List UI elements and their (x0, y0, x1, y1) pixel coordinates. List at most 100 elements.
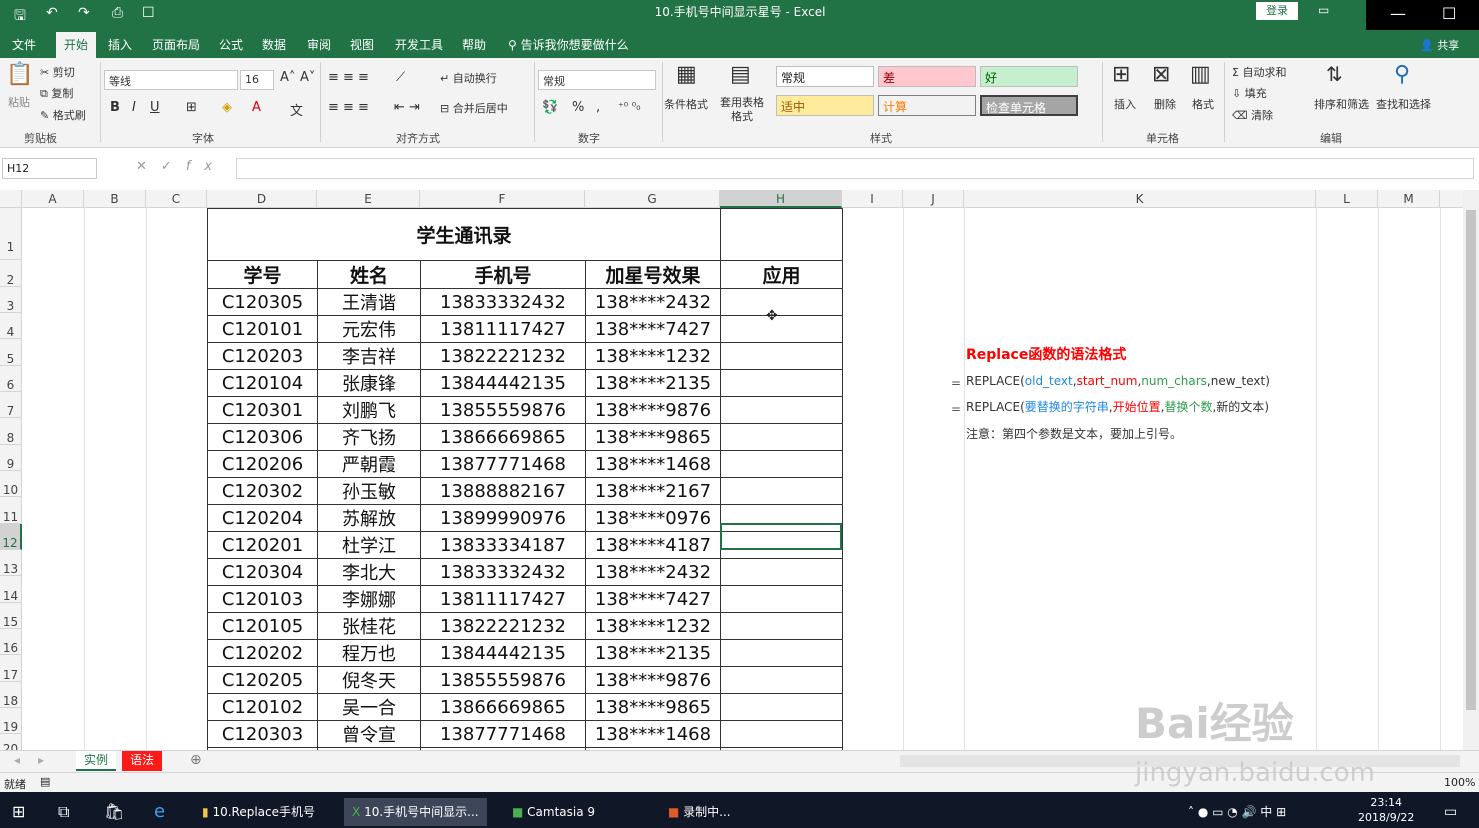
cell-apply[interactable] (720, 288, 843, 316)
task-view-icon[interactable]: ⧉ (50, 798, 77, 826)
cell-masked[interactable]: 138****0976 (585, 504, 721, 532)
windows-start-icon[interactable]: ⊞ (4, 798, 33, 826)
bold-icon[interactable]: B (110, 100, 120, 115)
cell-name[interactable]: 苏解放 (317, 504, 421, 532)
comma-icon[interactable]: , (596, 100, 600, 115)
cell-apply[interactable] (720, 693, 843, 721)
minimize-icon[interactable]: — (1390, 4, 1406, 23)
style-bad[interactable]: 差 (878, 66, 976, 87)
cell-apply[interactable] (720, 612, 843, 640)
paste-icon[interactable]: 📋 (6, 62, 33, 87)
cell-name[interactable]: 王清谐 (317, 288, 421, 316)
cell-apply[interactable] (720, 558, 843, 586)
cell-phone[interactable]: 13888882167 (420, 477, 586, 505)
font-name-select[interactable]: 等线 (104, 70, 238, 90)
style-calc[interactable]: 计算 (878, 95, 976, 116)
cell-phone[interactable]: 13822221232 (420, 612, 586, 640)
cell-masked[interactable]: 138****1232 (585, 342, 721, 370)
tab-view[interactable]: 视图 (350, 36, 374, 53)
style-check-cell[interactable]: 检查单元格 (980, 95, 1078, 116)
table-format-label[interactable]: 套用表格格式 (716, 96, 768, 124)
currency-icon[interactable]: 💱 (542, 100, 558, 115)
cell-student-id[interactable]: C120305 (207, 288, 318, 316)
vertical-scrollbar[interactable] (1463, 190, 1479, 750)
cell-apply[interactable] (720, 720, 843, 748)
tab-home[interactable]: 开始 (56, 32, 97, 58)
row-header-4[interactable]: 4 (0, 313, 22, 339)
cell-student-id[interactable]: C120205 (207, 666, 318, 694)
cell-masked[interactable]: 138****2135 (585, 369, 721, 397)
tab-review[interactable]: 审阅 (307, 36, 331, 53)
cell-phone[interactable]: 13811117427 (420, 585, 586, 613)
edge-icon[interactable]: e (146, 798, 173, 826)
row-header-10[interactable]: 10 (0, 471, 22, 497)
row-header-1[interactable]: 1 (0, 208, 22, 260)
shrink-font-icon[interactable]: A˅ (300, 70, 315, 85)
cell-phone[interactable]: 13855559876 (420, 396, 586, 424)
format-cells-label[interactable]: 格式 (1192, 96, 1214, 112)
col-header-h[interactable]: H (720, 190, 842, 208)
underline-icon[interactable]: U (150, 100, 160, 115)
fill-button[interactable]: ⇩ 填充 (1232, 85, 1267, 101)
tab-help[interactable]: 帮助 (462, 36, 486, 53)
indent-icon[interactable]: ⇤ ⇥ (394, 100, 420, 115)
enter-icon[interactable]: ✓ (161, 159, 186, 174)
cell-phone[interactable]: 13866669865 (420, 693, 586, 721)
row-header-19[interactable]: 19 (0, 708, 22, 734)
cell-phone[interactable]: 13855559876 (420, 666, 586, 694)
col-header-c[interactable]: C (146, 190, 207, 208)
wrap-text-button[interactable]: ↵ 自动换行 (440, 70, 497, 86)
header-phone[interactable]: 手机号 (420, 260, 586, 289)
cell-student-id[interactable]: C120301 (207, 396, 318, 424)
col-header-b[interactable]: B (84, 190, 146, 208)
paste-label[interactable]: 粘贴 (8, 94, 30, 110)
row-header-12[interactable]: 12 (0, 524, 22, 550)
row-header-5[interactable]: 5 (0, 339, 22, 366)
cell-phone[interactable]: 13833334187 (420, 531, 586, 559)
table-format-icon[interactable]: ▤ (730, 62, 751, 87)
cell-student-id[interactable]: C120105 (207, 612, 318, 640)
row-header-18[interactable]: 18 (0, 682, 22, 708)
conditional-format-label[interactable]: 条件格式 (664, 96, 708, 112)
taskbar-item-camtasia[interactable]: ■ Camtasia 9 (504, 798, 603, 826)
insert-cells-icon[interactable]: ⊞ (1112, 62, 1130, 87)
syntax-note[interactable]: Replace函数的语法格式 REPLACE(old_text,start_nu… (966, 344, 1270, 442)
col-header-j[interactable]: J (903, 190, 964, 208)
cell-masked[interactable]: 138****2432 (585, 558, 721, 586)
cell-student-id[interactable]: C120201 (207, 531, 318, 559)
col-header-f[interactable]: F (420, 190, 585, 208)
add-sheet-icon[interactable]: ⊕ (190, 752, 202, 768)
taskbar-item-excel[interactable]: X 10.手机号中间显示... (344, 798, 487, 826)
header-masked[interactable]: 加星号效果 (585, 260, 721, 289)
cell-masked[interactable]: 138****7427 (585, 315, 721, 343)
conditional-format-icon[interactable]: ▦ (676, 62, 697, 87)
cell-apply[interactable] (720, 585, 843, 613)
ribbon-options-icon[interactable]: ▭ (1318, 3, 1329, 17)
cell-masked[interactable]: 138****9876 (585, 666, 721, 694)
col-header-g[interactable]: G (585, 190, 720, 208)
format-painter-button[interactable]: ✎ 格式刷 (40, 107, 86, 123)
row-header-7[interactable]: 7 (0, 392, 22, 418)
tab-developer[interactable]: 开发工具 (395, 36, 443, 53)
cell-phone[interactable]: 13844442135 (420, 369, 586, 397)
redo-icon[interactable]: ↷ (78, 5, 90, 21)
name-box[interactable]: H12 (2, 158, 97, 179)
delete-cells-label[interactable]: 删除 (1154, 96, 1176, 112)
cell-name[interactable]: 吴一合 (317, 693, 421, 721)
sort-filter-label[interactable]: 排序和筛选 (1314, 96, 1369, 112)
cell-name[interactable]: 刘鹏飞 (317, 396, 421, 424)
save-icon[interactable]: 🖫 (14, 5, 26, 29)
cell-apply[interactable] (720, 369, 843, 397)
cell-name[interactable]: 杜学江 (317, 531, 421, 559)
cell-name[interactable]: 孙玉敏 (317, 477, 421, 505)
cell-student-id[interactable]: C120302 (207, 477, 318, 505)
percent-icon[interactable]: % (572, 100, 584, 115)
tray-icons[interactable]: ˄ ● ▭ ◔ 🔊 中 ⊞ (1180, 798, 1294, 826)
cell-name[interactable]: 李娜娜 (317, 585, 421, 613)
formula-input[interactable] (236, 158, 1474, 179)
tab-page-layout[interactable]: 页面布局 (152, 36, 200, 53)
store-icon[interactable]: 🛍 (96, 798, 132, 826)
notification-icon[interactable]: ▭ (1436, 798, 1465, 826)
cut-button[interactable]: ✂ 剪切 (40, 64, 75, 80)
header-name[interactable]: 姓名 (317, 260, 421, 289)
